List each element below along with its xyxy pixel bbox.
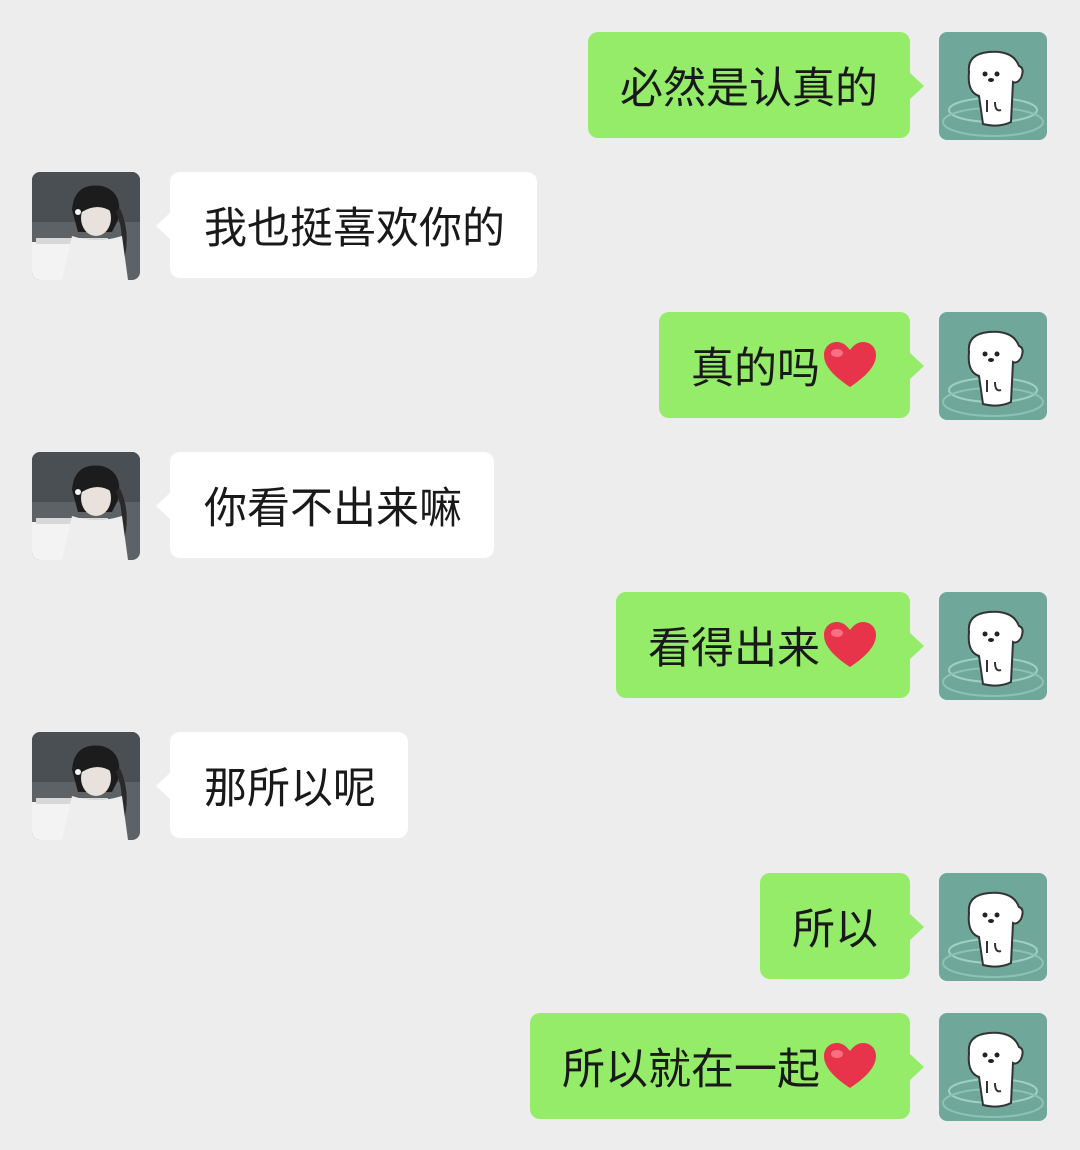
message-text: 所以就在一起 [562,1045,820,1095]
message-row: 必然是认真的 [0,32,1080,140]
message-row: 所以就在一起 [0,1013,1080,1121]
bubble-tail [909,352,924,380]
chat-message-list: 必然是认真的 我也挺喜欢你的 真的吗 你看不出来嘛 看得出来 那所以呢 所以 所… [0,0,1080,1150]
message-bubble[interactable]: 所以 [760,873,924,979]
dog-sticker-avatar[interactable] [939,312,1047,420]
dog-sticker-avatar[interactable] [939,32,1047,140]
dog-sticker-avatar[interactable] [939,1013,1047,1121]
message-row: 所以 [0,873,1080,981]
dog-sticker-avatar[interactable] [939,592,1047,700]
message-text: 必然是认真的 [620,64,878,114]
message-bubble[interactable]: 那所以呢 [156,732,408,838]
message-text: 你看不出来嘛 [204,484,462,534]
message-bubble[interactable]: 所以就在一起 [530,1013,924,1119]
message-bubble[interactable]: 真的吗 [659,312,924,418]
bubble-tail [909,632,924,660]
message-text: 我也挺喜欢你的 [204,204,505,254]
red-heart-icon [822,621,878,669]
message-bubble[interactable]: 看得出来 [616,592,924,698]
message-row: 你看不出来嘛 [0,452,1080,560]
message-text: 看得出来 [648,624,820,674]
message-bubble[interactable]: 必然是认真的 [588,32,924,138]
dog-sticker-avatar[interactable] [939,873,1047,981]
bubble-tail [909,72,924,100]
message-bubble[interactable]: 我也挺喜欢你的 [156,172,537,278]
bubble-tail [156,772,171,800]
message-row: 我也挺喜欢你的 [0,172,1080,280]
bubble-tail [156,212,171,240]
message-row: 看得出来 [0,592,1080,700]
girl-with-headphones-avatar[interactable] [32,172,140,280]
message-text: 那所以呢 [204,764,376,814]
red-heart-icon [822,341,878,389]
red-heart-icon [822,1042,878,1090]
message-text: 真的吗 [691,344,820,394]
message-row: 那所以呢 [0,732,1080,840]
bubble-tail [909,913,924,941]
girl-with-headphones-avatar[interactable] [32,452,140,560]
message-text: 所以 [792,905,878,955]
message-bubble[interactable]: 你看不出来嘛 [156,452,494,558]
message-row: 真的吗 [0,312,1080,420]
girl-with-headphones-avatar[interactable] [32,732,140,840]
bubble-tail [156,492,171,520]
bubble-tail [909,1053,924,1081]
